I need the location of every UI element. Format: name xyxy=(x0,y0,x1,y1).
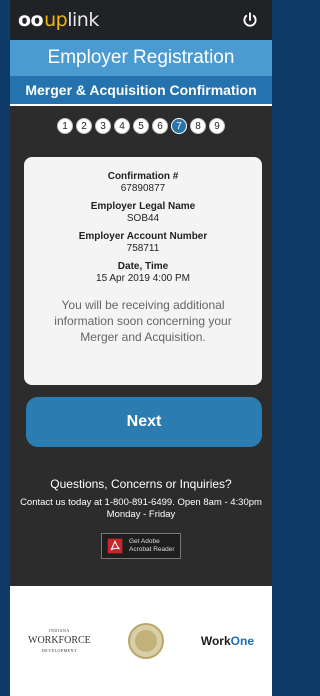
power-icon[interactable] xyxy=(240,10,260,30)
step-4: 4 xyxy=(114,118,130,134)
confirmation-note: You will be receiving additional informa… xyxy=(54,298,232,344)
acrobat-line1: Get Adobe xyxy=(129,538,160,545)
account-number-value: 758711 xyxy=(126,243,160,254)
app-frame: oo up link Employer Registration Merger & … xyxy=(10,0,272,696)
logo-up: up xyxy=(44,9,68,31)
progress-stepper: 1 2 3 4 5 6 7 8 9 xyxy=(10,106,272,146)
legal-name-label: Employer Legal Name xyxy=(90,201,196,212)
contact-question: Questions, Concerns or Inquiries? xyxy=(50,477,232,491)
step-6: 6 xyxy=(152,118,168,134)
step-7-active: 7 xyxy=(171,118,187,134)
account-number-label: Employer Account Number xyxy=(78,231,208,242)
workforce-bottom: DEVELOPMENT xyxy=(41,648,77,653)
next-button[interactable]: Next xyxy=(26,397,262,447)
page-title: Employer Registration xyxy=(10,40,272,76)
contact-info: Contact us today at 1-800-891-6499. Open… xyxy=(20,497,262,520)
acrobat-line2: Acrobat Reader xyxy=(129,546,175,553)
step-1: 1 xyxy=(57,118,73,134)
datetime-label: Date, Time xyxy=(117,261,169,272)
step-5: 5 xyxy=(133,118,149,134)
logo-prefix: oo xyxy=(18,9,44,31)
contact-section: Questions, Concerns or Inquiries? Contac… xyxy=(10,477,272,601)
datetime-value: 15 Apr 2019 4:00 PM xyxy=(96,273,190,284)
top-bar: oo up link xyxy=(10,0,272,40)
workforce-main: WORKFORCE xyxy=(28,635,91,646)
logo-link: link xyxy=(67,9,99,31)
step-9: 9 xyxy=(209,118,225,134)
app-logo: oo up link xyxy=(18,9,99,31)
acrobat-icon xyxy=(106,537,124,555)
page-subtitle: Merger & Acquisition Confirmation xyxy=(10,76,272,106)
confirmation-label: Confirmation # xyxy=(107,171,179,182)
confirmation-value: 67890877 xyxy=(120,183,166,194)
step-3: 3 xyxy=(95,118,111,134)
workforce-logo[interactable]: INDIANA WORKFORCE DEVELOPMENT xyxy=(28,626,91,656)
state-seal-icon[interactable] xyxy=(127,623,164,659)
confirmation-card: Confirmation # 67890877 Employer Legal N… xyxy=(24,157,262,385)
workone-one: One xyxy=(230,634,254,648)
workone-work: Work xyxy=(200,634,231,648)
seal-center xyxy=(134,630,157,652)
acrobat-text: Get Adobe Acrobat Reader xyxy=(129,538,175,554)
footer-logos: INDIANA WORKFORCE DEVELOPMENT WorkOne xyxy=(10,586,272,696)
step-2: 2 xyxy=(76,118,92,134)
legal-name-value: SOB44 xyxy=(126,213,160,224)
acrobat-reader-link[interactable]: Get Adobe Acrobat Reader xyxy=(101,533,181,559)
workone-logo[interactable]: WorkOne xyxy=(201,635,254,647)
step-8: 8 xyxy=(190,118,206,134)
